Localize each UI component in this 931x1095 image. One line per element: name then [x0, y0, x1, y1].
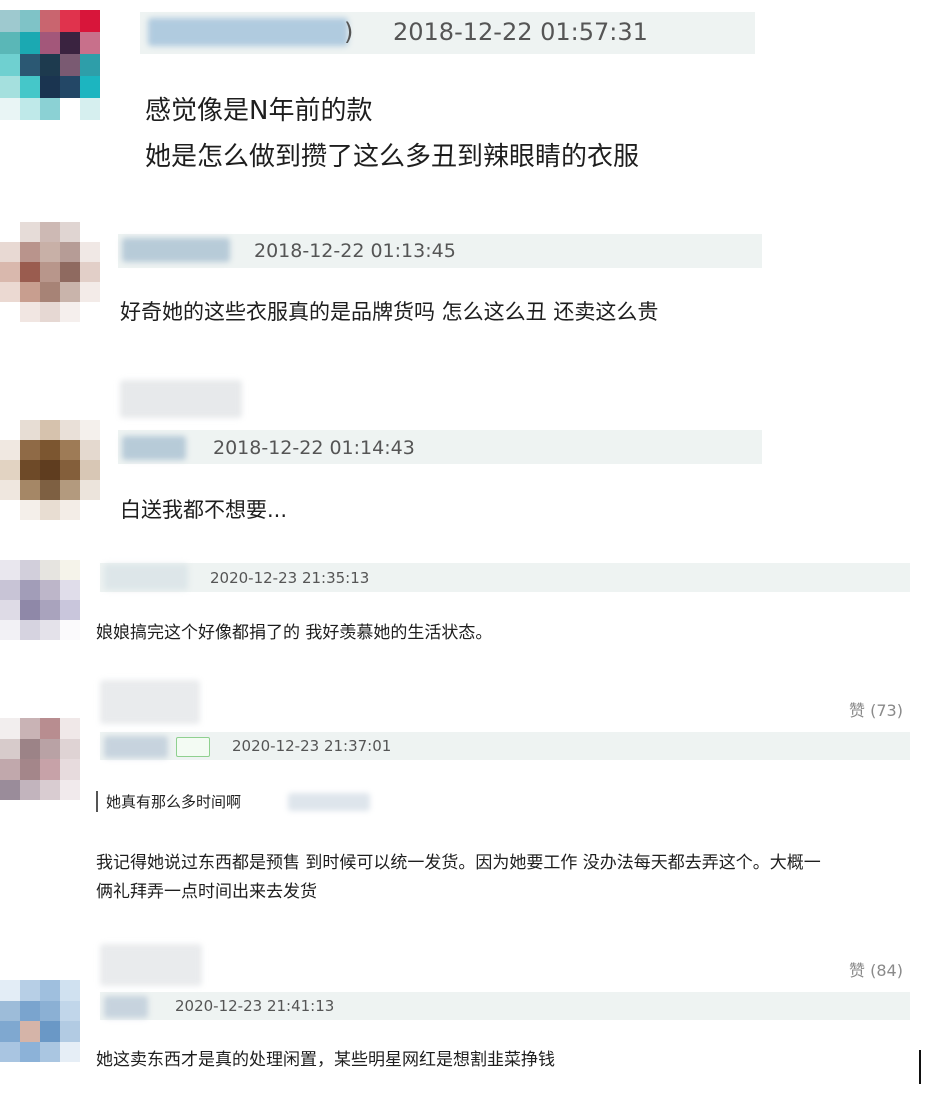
- username-suffix: ): [344, 18, 354, 46]
- comment-text: 娘娘搞完这个好像都捐了的 我好羡慕她的生活状态。: [96, 623, 493, 643]
- quoted-username[interactable]: [288, 793, 370, 811]
- avatar[interactable]: [0, 222, 100, 322]
- avatar[interactable]: [0, 980, 80, 1062]
- username[interactable]: [148, 18, 348, 46]
- timestamp: 2020-12-23 21:41:13: [175, 997, 335, 1015]
- comment-text: 好奇她的这些衣服真的是品牌货吗 怎么这么丑 还卖这么贵: [120, 300, 659, 324]
- comment-text: 她这卖东西才是真的处理闲置，某些明星网红是想割韭菜挣钱: [96, 1050, 555, 1070]
- comment-text: 她是怎么做到攒了这么多丑到辣眼睛的衣服: [145, 142, 640, 172]
- timestamp: 2020-12-23 21:35:13: [210, 569, 370, 587]
- timestamp: 2018-12-22 01:13:45: [254, 240, 456, 262]
- avatar[interactable]: [0, 420, 100, 520]
- quoted-reply: 她真有那么多时间啊: [96, 791, 241, 812]
- timestamp: 2018-12-22 01:14:43: [213, 437, 415, 459]
- username[interactable]: [104, 564, 188, 590]
- reply-source-blur: [120, 380, 242, 418]
- avatar[interactable]: [0, 718, 80, 800]
- timestamp: 2020-12-23 21:37:01: [232, 737, 392, 755]
- reply-source-blur: [100, 680, 200, 724]
- avatar[interactable]: [0, 10, 100, 120]
- comment-meta-bar: [100, 732, 910, 760]
- username[interactable]: [104, 996, 148, 1018]
- like-button[interactable]: 赞 (84): [849, 957, 903, 981]
- like-button[interactable]: 赞 (73): [849, 697, 903, 721]
- username[interactable]: [104, 736, 168, 758]
- comment-text: 俩礼拜弄一点时间出来去发货: [96, 882, 317, 902]
- timestamp: 2018-12-22 01:57:31: [393, 18, 648, 46]
- reply-source-blur: [100, 944, 202, 986]
- comment-text: 白送我都不想要...: [120, 498, 288, 522]
- avatar[interactable]: [0, 560, 80, 640]
- fan-badge: [176, 737, 210, 757]
- comment-text: 感觉像是N年前的款: [145, 96, 373, 126]
- comment-text: 我记得她说过东西都是预售 到时候可以统一发货。因为她要工作 没办法每天都去弄这个…: [96, 853, 821, 873]
- text-cursor-icon: [919, 1050, 921, 1084]
- username[interactable]: [122, 238, 230, 262]
- username[interactable]: [122, 436, 186, 460]
